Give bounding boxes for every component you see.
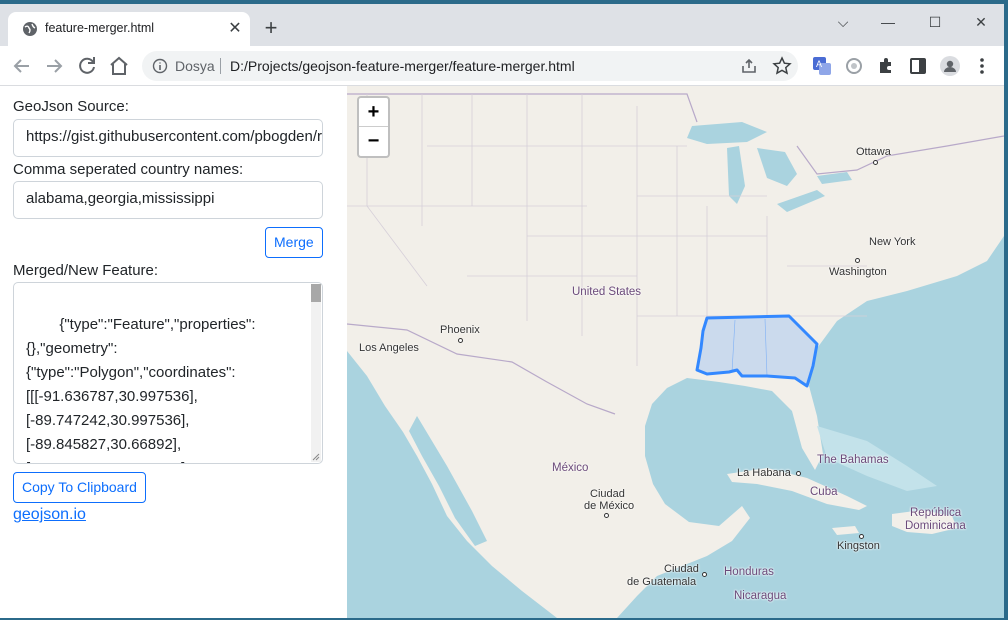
map-label-ciudad-guatemala-2: de Guatemala <box>627 576 697 588</box>
map-label-republica-1: República <box>910 507 962 519</box>
url-separator <box>220 58 221 74</box>
address-bar[interactable]: Dosya D:/Projects/geojson-feature-merger… <box>142 51 798 81</box>
map-label-kingston: Kingston <box>837 540 880 552</box>
map-label-ciudad-de-mexico-1: Ciudad <box>590 488 625 500</box>
browser-window: feature-merger.html ✕ + ⌵ — ☐ ✕ Dosya D:… <box>0 4 1004 618</box>
menu-kebab-icon[interactable] <box>972 56 992 76</box>
page-content: GeoJson Source: https://gist.githubuserc… <box>0 86 1004 618</box>
back-arrow-icon[interactable] <box>10 54 34 78</box>
svg-text:A: A <box>816 59 822 69</box>
city-dot-kingston <box>859 534 864 539</box>
map-tiles <box>347 86 1004 618</box>
control-panel: GeoJson Source: https://gist.githubuserc… <box>0 86 347 618</box>
geojson-source-input[interactable]: https://gist.githubusercontent.com/pbogd… <box>13 119 323 157</box>
map-label-republica-2: Dominicana <box>905 520 966 532</box>
map-label-the-bahamas: The Bahamas <box>817 454 889 466</box>
geojson-source-label: GeoJson Source: <box>13 98 129 115</box>
close-window-button[interactable]: ✕ <box>966 10 996 34</box>
extensions-puzzle-icon[interactable] <box>876 56 896 76</box>
map-label-ciudad-guatemala-1: Ciudad <box>664 563 699 575</box>
city-dot-ottawa <box>873 160 878 165</box>
country-names-label: Comma seperated country names: <box>13 161 244 178</box>
screenshot-extension-icon[interactable] <box>844 56 864 76</box>
profile-avatar-icon[interactable] <box>940 56 960 76</box>
map-label-ottawa: Ottawa <box>856 146 891 158</box>
map-label-nicaragua: Nicaragua <box>734 590 787 602</box>
map-label-honduras: Honduras <box>724 566 774 578</box>
forward-arrow-icon[interactable] <box>42 54 66 78</box>
map-label-los-angeles: Los Angeles <box>359 342 419 354</box>
map-label-new-york: New York <box>869 236 916 248</box>
resize-handle-icon[interactable] <box>312 453 320 461</box>
home-icon[interactable] <box>107 54 131 78</box>
city-dot-phoenix <box>458 338 463 343</box>
merged-feature-label: Merged/New Feature: <box>13 262 159 279</box>
merged-feature-text: {"type":"Feature","properties": {},"geom… <box>26 316 256 463</box>
bookmark-star-icon[interactable] <box>772 56 792 76</box>
zoom-out-button[interactable]: − <box>359 127 388 156</box>
zoom-control: + − <box>357 96 390 158</box>
north-america-land <box>347 86 1004 618</box>
minimize-button[interactable]: — <box>873 10 903 34</box>
info-icon[interactable] <box>152 58 168 74</box>
merged-feature-textarea[interactable]: {"type":"Feature","properties": {},"geom… <box>13 282 323 464</box>
reload-icon[interactable] <box>75 54 99 78</box>
url-scheme: Dosya <box>175 58 215 74</box>
scrollbar-thumb[interactable] <box>311 284 321 302</box>
map-label-phoenix: Phoenix <box>440 324 480 336</box>
zoom-in-button[interactable]: + <box>359 98 388 127</box>
tab-strip: feature-merger.html ✕ + ⌵ — ☐ ✕ <box>0 4 1004 46</box>
geojson-io-link[interactable]: geojson.io <box>13 506 86 524</box>
map-label-la-habana: La Habana <box>737 467 791 479</box>
map-label-ciudad-de-mexico-2: de México <box>584 500 635 512</box>
jamaica-land <box>832 526 859 535</box>
country-names-input[interactable]: alabama,georgia,mississippi <box>13 181 323 219</box>
textarea-scrollbar[interactable] <box>311 284 321 462</box>
copy-to-clipboard-button[interactable]: Copy To Clipboard <box>13 472 146 503</box>
merge-button[interactable]: Merge <box>265 227 323 258</box>
city-dot-guatemala <box>702 572 707 577</box>
new-tab-button[interactable]: + <box>259 16 283 40</box>
tab-search-icon[interactable]: ⌵ <box>828 10 858 34</box>
tab-feature-merger[interactable]: feature-merger.html ✕ <box>8 12 250 46</box>
side-panel-icon[interactable] <box>908 56 928 76</box>
share-icon[interactable] <box>740 57 758 75</box>
map-label-cuba: Cuba <box>810 486 838 498</box>
close-tab-icon[interactable]: ✕ <box>226 20 244 38</box>
map-label-washington: Washington <box>829 266 887 278</box>
maximize-button[interactable]: ☐ <box>920 10 950 34</box>
map-view[interactable]: + − Ottawa New York Washington United St… <box>347 86 1004 618</box>
globe-icon <box>23 22 37 36</box>
city-dot-washington <box>855 258 860 263</box>
map-label-mexico: México <box>552 462 589 474</box>
tab-title: feature-merger.html <box>45 21 155 35</box>
browser-toolbar: Dosya D:/Projects/geojson-feature-merger… <box>0 46 1004 86</box>
translate-extension-icon[interactable]: A <box>812 56 832 76</box>
city-dot-la-habana <box>796 471 801 476</box>
url-text[interactable]: D:/Projects/geojson-feature-merger/featu… <box>230 58 575 74</box>
map-label-united-states: United States <box>572 286 642 298</box>
city-dot-mexico-city <box>604 513 609 518</box>
